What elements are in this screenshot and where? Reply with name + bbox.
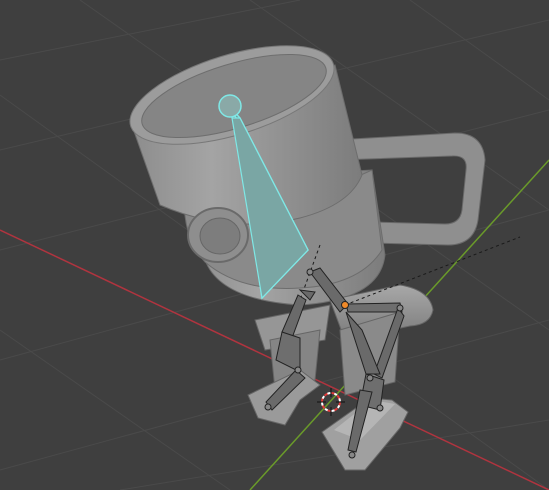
viewport-canvas[interactable] — [0, 0, 549, 490]
joint[interactable] — [264, 403, 272, 411]
mug-mesh[interactable] — [119, 26, 486, 306]
joint[interactable] — [294, 366, 302, 374]
joint[interactable] — [348, 451, 356, 459]
joint[interactable] — [396, 304, 404, 312]
selected-bone-head[interactable] — [218, 94, 242, 118]
bone-thigh-right[interactable] — [345, 302, 403, 313]
3d-viewport[interactable] — [0, 0, 549, 490]
joint[interactable] — [366, 374, 374, 382]
joint[interactable] — [306, 268, 314, 276]
joint[interactable] — [376, 404, 384, 412]
legs-mesh[interactable] — [247, 284, 434, 471]
active-joint[interactable] — [341, 301, 349, 309]
